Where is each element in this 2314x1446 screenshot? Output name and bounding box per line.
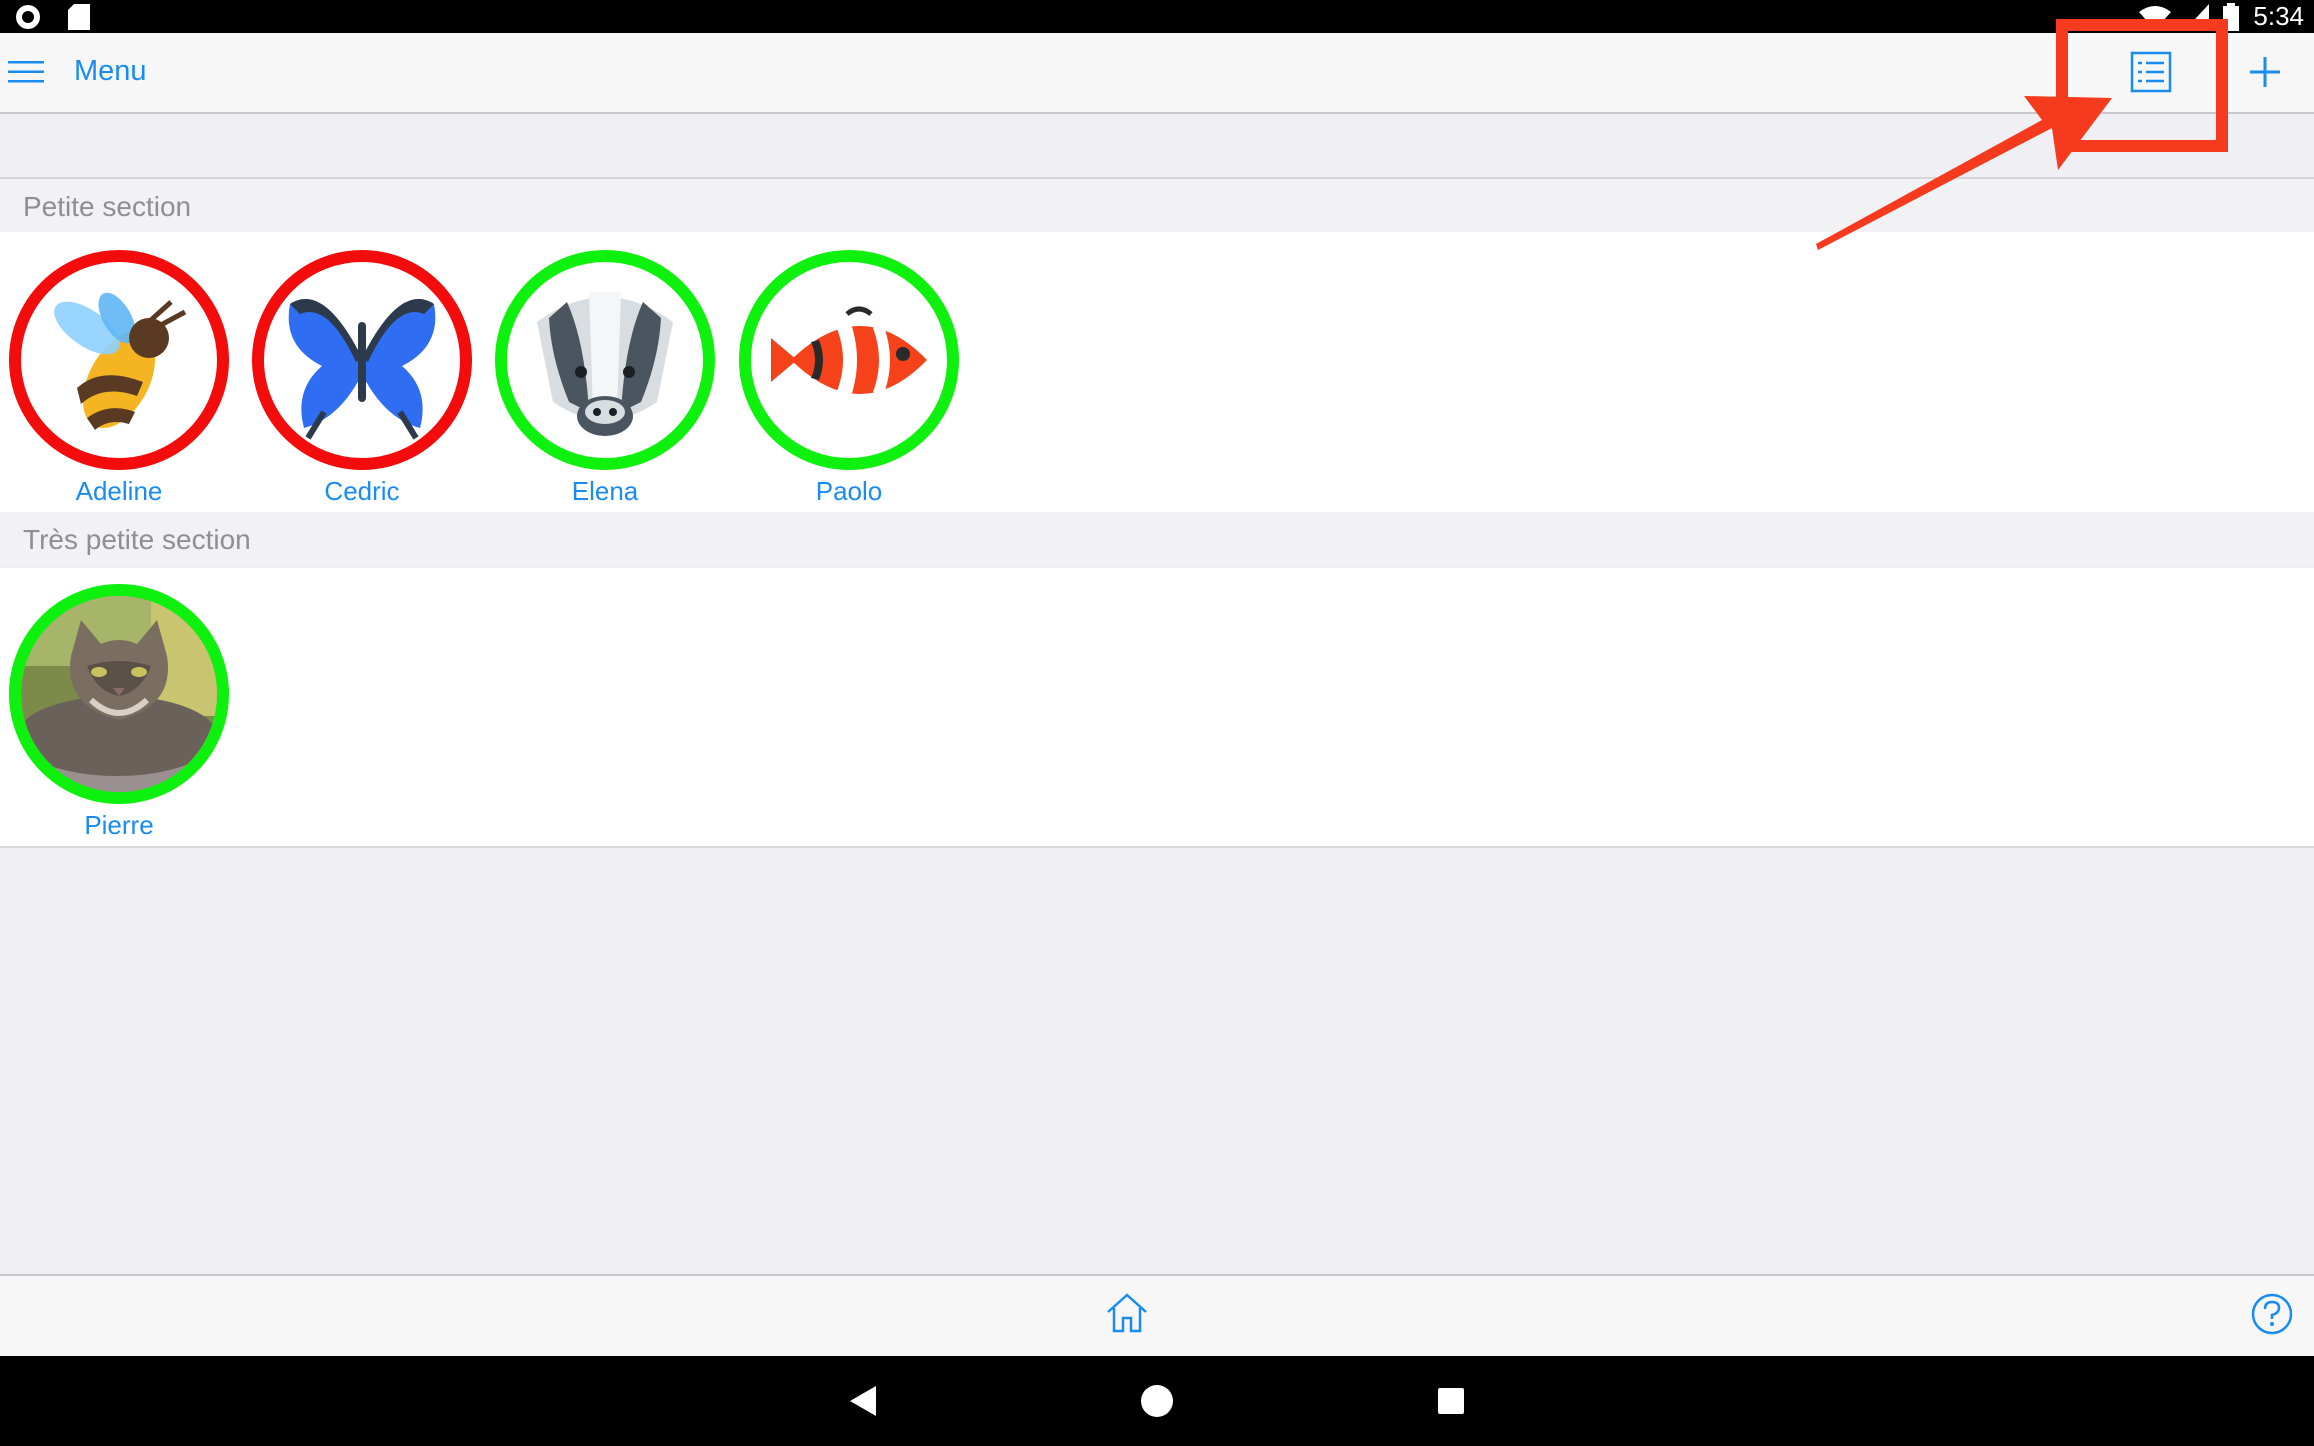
section-header: Petite section	[0, 179, 2314, 232]
recents-button[interactable]	[1430, 1380, 1472, 1422]
bottom-toolbar	[0, 1274, 2314, 1356]
list-view-button[interactable]	[2128, 49, 2174, 95]
avatar	[252, 250, 472, 470]
help-icon	[2251, 1293, 2293, 1335]
record-icon	[16, 5, 40, 29]
section-header: Très petite section	[0, 512, 2314, 565]
student-name: Cedric	[324, 476, 400, 506]
signal-icon	[2185, 3, 2210, 30]
clownfish-icon	[771, 306, 927, 402]
wifi-icon	[2139, 5, 2172, 30]
student-name: Pierre	[84, 810, 154, 840]
butterfly-icon	[288, 299, 436, 440]
menu-label: Menu	[74, 55, 147, 87]
divider	[0, 846, 2314, 848]
back-icon	[850, 1386, 876, 1416]
avatar	[9, 584, 229, 804]
recents-icon	[1438, 1388, 1464, 1414]
cat-photo-icon	[21, 596, 217, 792]
system-home-button[interactable]	[1136, 1380, 1178, 1422]
top-bar: Menu	[0, 33, 2314, 114]
home-circle-icon	[1141, 1385, 1173, 1417]
student-elena[interactable]: Elena	[495, 250, 715, 507]
home-icon	[1107, 1293, 1147, 1333]
spacer	[0, 114, 2314, 179]
student-pierre[interactable]: Pierre	[9, 584, 229, 841]
back-button[interactable]	[844, 1380, 886, 1422]
student-name: Paolo	[815, 476, 883, 506]
add-button[interactable]	[2244, 51, 2286, 93]
student-cedric[interactable]: Cedric	[252, 250, 472, 507]
help-button[interactable]	[2250, 1292, 2294, 1336]
hamburger-icon	[8, 60, 44, 82]
home-button[interactable]	[1104, 1290, 1150, 1336]
avatar	[495, 250, 715, 470]
student-name: Adeline	[75, 476, 163, 506]
system-nav-bar	[0, 1356, 2314, 1446]
sd-card-icon	[68, 4, 90, 30]
section-title: Très petite section	[23, 524, 251, 555]
list-view-icon	[2130, 51, 2172, 93]
clock: 5:34	[2253, 1, 2304, 31]
section-students: Adeline Cedric Elena Paolo	[0, 232, 2314, 512]
status-bar: 5:34	[0, 0, 2314, 33]
avatar	[739, 250, 959, 470]
section-title: Petite section	[23, 191, 192, 222]
student-adeline[interactable]: Adeline	[9, 250, 229, 507]
badger-icon	[537, 292, 673, 436]
menu-button[interactable]: Menu	[8, 55, 147, 88]
student-name: Elena	[571, 476, 639, 506]
avatar	[9, 250, 229, 470]
battery-icon	[2223, 2, 2240, 31]
student-paolo[interactable]: Paolo	[739, 250, 959, 507]
plus-icon	[2250, 57, 2280, 87]
bee-icon	[54, 292, 187, 430]
section-students: Pierre	[0, 568, 2314, 846]
